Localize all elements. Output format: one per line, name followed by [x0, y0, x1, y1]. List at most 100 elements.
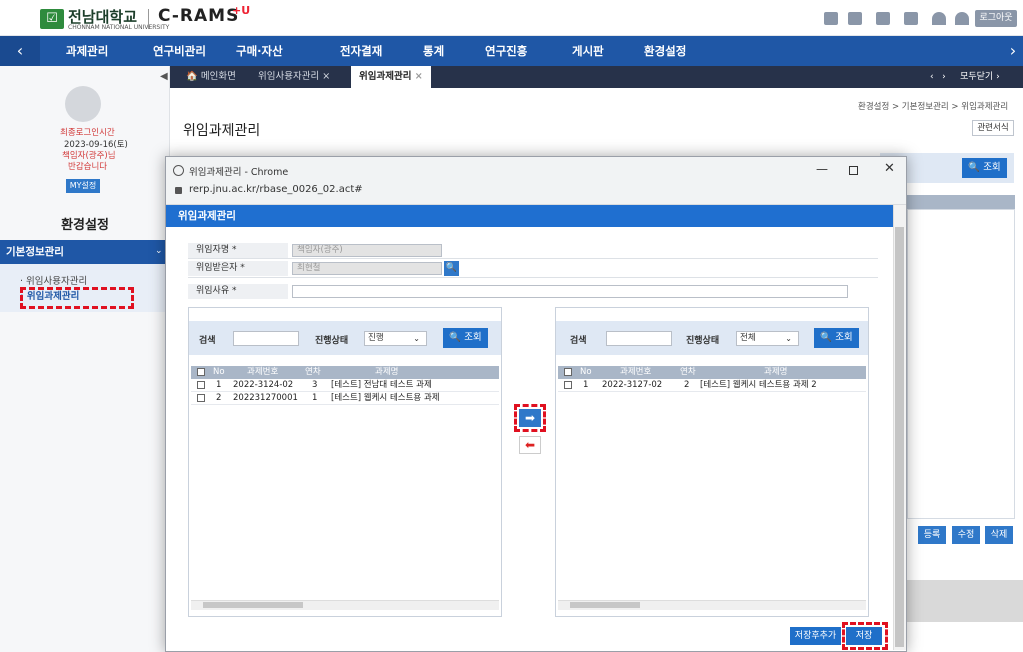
table-row[interactable]: 2 202231270001 1 [테스트] 웹케시 테스트용 과제 [191, 392, 499, 405]
sidebar-group-basic-info[interactable]: 기본정보관리 [0, 240, 170, 264]
breadcrumb: 환경설정 > 기본정보관리 > 위임과제관리 [858, 102, 1009, 112]
row-code: 2022-3127-02 [602, 380, 663, 390]
maximize-icon[interactable] [849, 166, 858, 175]
my-setting-button[interactable]: MY설정 [66, 179, 100, 193]
right-grid-header: No 과제번호 연차 과제명 [558, 366, 866, 379]
nav-item-project[interactable]: 과제관리 [66, 36, 108, 66]
main-grid-header [907, 195, 1015, 209]
row-no: 2 [216, 393, 222, 403]
col-name: 과제명 [375, 367, 399, 377]
reason-field[interactable] [292, 285, 848, 298]
chrome-icon [173, 165, 184, 176]
user-icon[interactable] [824, 12, 838, 25]
col-name: 과제명 [764, 367, 788, 377]
main-search-button[interactable]: 🔍 조회 [962, 158, 1007, 178]
table-row[interactable]: 1 2022-3127-02 2 [테스트] 웹케시 테스트용 과제 2 [558, 379, 866, 392]
row-year: 1 [312, 393, 318, 403]
delegatee-search-icon[interactable]: 🔍 [444, 261, 459, 276]
logo-divider [148, 9, 149, 29]
row-year: 2 [684, 380, 690, 390]
register-button[interactable]: 등록 [918, 526, 946, 544]
sidebar-item-delegate-user[interactable]: · 위임사용자관리 [20, 273, 87, 287]
close-icon[interactable]: ✕ [884, 161, 895, 176]
field-divider [188, 277, 878, 278]
popup-header: 위임과제관리 [166, 205, 906, 227]
reason-label: 위임사유 * [188, 284, 288, 299]
support-icon[interactable] [955, 12, 969, 25]
left-search-button[interactable]: 🔍 조회 [443, 328, 488, 348]
nav-prev-icon[interactable]: ‹ [0, 36, 40, 66]
form-print-button[interactable]: 관련서식 [972, 120, 1014, 136]
tab-delegate-user[interactable]: 위임사용자관리 × [250, 66, 338, 88]
top-header: ☑ 전남대학교 CHONNAM NATIONAL UNIVERSITY C-RA… [0, 0, 1023, 36]
right-select-all-checkbox[interactable] [564, 368, 572, 376]
right-search-label: 검색 [570, 336, 587, 346]
chrome-titlebar: 위임과제관리 - Chrome — ✕ rerp.jnu.ac.kr/rbase… [166, 157, 906, 205]
main-grid [907, 209, 1015, 519]
row-no: 1 [583, 380, 589, 390]
col-code: 과제번호 [620, 367, 652, 377]
col-year: 연차 [680, 367, 696, 377]
row-code: 2022-3124-02 [233, 380, 294, 390]
available-projects-panel: 검색 진행상태 진행 ⌄ 🔍 조회 No 과제번호 연차 과제명 1 2022-3… [188, 307, 502, 617]
delegator-field: 책임자(광주) [292, 244, 442, 257]
greeting-text: 반갑습니다 [68, 162, 108, 172]
right-scroll-thumb[interactable] [570, 602, 640, 608]
tab-delegate-project[interactable]: 위임과제관리 × [351, 66, 431, 88]
address-bar[interactable]: rerp.jnu.ac.kr/rbase_0026_02.act# [189, 184, 363, 195]
edit-button[interactable]: 수정 [952, 526, 980, 544]
save-and-add-button[interactable]: 저장후추가 [790, 627, 841, 645]
nav-next-icon[interactable]: › [1003, 36, 1023, 66]
nav-item-funds[interactable]: 연구비관리 [153, 36, 206, 66]
field-divider [188, 258, 878, 259]
settings-icon[interactable] [848, 12, 862, 25]
delegated-projects-panel: 검색 진행상태 전체 ⌄ 🔍 조회 No 과제번호 연차 과제명 1 2022-3… [555, 307, 869, 617]
row-checkbox[interactable] [197, 381, 205, 389]
nav-item-settings[interactable]: 환경설정 [644, 36, 686, 66]
university-logo-icon: ☑ [40, 9, 64, 29]
col-no: No [580, 367, 592, 377]
nav-item-promotion[interactable]: 연구진흥 [485, 36, 527, 66]
nav-item-purchase[interactable]: 구매·자산 [236, 36, 283, 66]
main-nav: ‹ 과제관리 연구비관리 구매·자산 전자결재 통계 연구진흥 게시판 환경설정… [0, 36, 1023, 66]
nav-item-board[interactable]: 게시판 [572, 36, 604, 66]
help-icon[interactable] [904, 12, 918, 25]
notification-icon[interactable] [876, 12, 890, 25]
caret-left-icon[interactable]: ◀ [160, 71, 168, 82]
avatar [65, 86, 101, 122]
row-checkbox[interactable] [197, 394, 205, 402]
left-select-all-checkbox[interactable] [197, 368, 205, 376]
delegatee-label: 위임받은자 * [188, 261, 288, 276]
left-scroll-thumb[interactable] [203, 602, 303, 608]
tab-home[interactable]: 🏠 메인화면 [178, 66, 244, 88]
right-search-input[interactable] [606, 331, 672, 346]
left-search-input[interactable] [233, 331, 299, 346]
logout-button[interactable]: 로그아웃 [975, 10, 1017, 27]
delete-button[interactable]: 삭제 [985, 526, 1013, 544]
row-checkbox[interactable] [564, 381, 572, 389]
col-year: 연차 [305, 367, 321, 377]
nav-item-approval[interactable]: 전자결재 [340, 36, 382, 66]
row-year: 3 [312, 380, 318, 390]
popup-scroll-thumb[interactable] [895, 227, 904, 647]
window-title: 위임과제관리 - Chrome [189, 167, 289, 178]
university-subtitle: CHONNAM NATIONAL UNIVERSITY [68, 24, 170, 31]
row-no: 1 [216, 380, 222, 390]
nav-item-stats[interactable]: 통계 [423, 36, 444, 66]
tab-controls[interactable]: ‹ › 모두닫기 › [930, 66, 1000, 88]
right-search-button[interactable]: 🔍 조회 [814, 328, 859, 348]
left-status-label: 진행상태 [315, 336, 349, 346]
headset-icon[interactable] [932, 12, 946, 25]
left-search-label: 검색 [199, 336, 216, 346]
right-status-select[interactable]: 전체 ⌄ [736, 331, 799, 346]
page-title: 위임과제관리 [183, 123, 261, 139]
chevron-down-icon[interactable]: ⌄ [155, 246, 163, 256]
delegatee-field[interactable]: 최현철 [292, 262, 442, 275]
delegator-label: 위임자명 * [188, 243, 288, 258]
table-row[interactable]: 1 2022-3124-02 3 [테스트] 전남대 테스트 과제 [191, 379, 499, 392]
move-left-button[interactable]: ⬅ [519, 436, 541, 454]
left-status-select[interactable]: 진행 ⌄ [364, 331, 427, 346]
minimize-icon[interactable]: — [816, 162, 828, 176]
row-name: [테스트] 전남대 테스트 과제 [331, 380, 432, 390]
col-code: 과제번호 [247, 367, 279, 377]
